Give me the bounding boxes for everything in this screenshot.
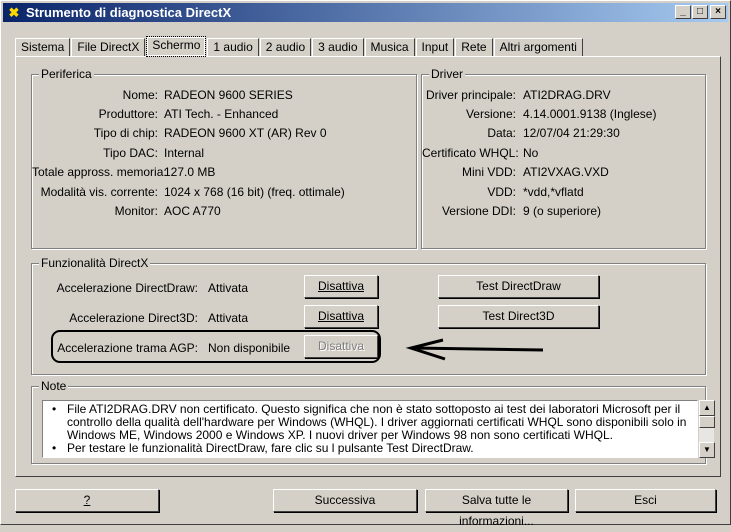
driver-field: Mini VDD: ATI2VXAG.VXD bbox=[422, 164, 609, 180]
driver-group: Driver Driver principale: ATI2DRAG.DRV V… bbox=[421, 67, 706, 249]
list-item: • File ATI2DRAG.DRV non certificato. Ques… bbox=[43, 403, 697, 442]
tab-input[interactable]: Input bbox=[415, 38, 455, 56]
exit-button[interactable]: Esci bbox=[575, 489, 716, 512]
field-label: Produttore: bbox=[98, 107, 158, 121]
field-label: Modalità vis. corrente: bbox=[40, 185, 158, 199]
field-label: Mini VDD: bbox=[461, 165, 516, 179]
device-field: Produttore: ATI Tech. - Enhanced bbox=[32, 106, 279, 122]
notes-scrollbar[interactable]: ▲ ▼ bbox=[698, 400, 715, 458]
bullet-icon: • bbox=[52, 402, 57, 416]
tab-altri-argomenti[interactable]: Altri argomenti bbox=[493, 38, 583, 56]
note-text: Per testare le funzionalità DirectDraw, … bbox=[67, 441, 474, 455]
field-value: RADEON 9600 XT (AR) Rev 0 bbox=[164, 126, 327, 140]
field-value: RADEON 9600 SERIES bbox=[164, 88, 293, 102]
note-text: File ATI2DRAG.DRV non certificato. Quest… bbox=[67, 402, 687, 442]
driver-field: Driver principale: ATI2DRAG.DRV bbox=[422, 87, 611, 103]
dxdiag-window: ✖ Strumento di diagnostica DirectX _ □ ×… bbox=[0, 0, 731, 528]
device-group: Periferica Nome: RADEON 9600 SERIES Prod… bbox=[31, 67, 417, 249]
field-value: 12/07/04 21:29:30 bbox=[523, 126, 620, 140]
scroll-up-arrow-icon[interactable]: ▲ bbox=[699, 400, 715, 416]
scroll-down-arrow-icon[interactable]: ▼ bbox=[699, 442, 715, 458]
field-label: Versione: bbox=[465, 107, 516, 121]
field-value: 9 (o superiore) bbox=[523, 204, 602, 218]
feature-label: Accelerazione Direct3D: bbox=[69, 311, 198, 325]
feature-status: Attivata bbox=[208, 281, 249, 295]
tab-sistema[interactable]: Sistema bbox=[15, 38, 71, 56]
device-field: Nome: RADEON 9600 SERIES bbox=[32, 87, 293, 103]
field-label: Tipo DAC: bbox=[103, 146, 158, 160]
field-value: *vdd,*vflatd bbox=[523, 185, 584, 199]
features-group-title: Funzionalità DirectX bbox=[39, 256, 151, 270]
list-item: • Per testare le funzionalità DirectDraw,… bbox=[43, 442, 697, 455]
field-label: Certificato WHQL: bbox=[422, 146, 519, 160]
field-label: Totale appross. memoria: bbox=[32, 165, 167, 179]
left-arrow-annotation bbox=[405, 338, 544, 361]
close-button[interactable]: × bbox=[710, 5, 726, 19]
feature-status: Attivata bbox=[208, 311, 249, 325]
button-label: Disattiva bbox=[317, 309, 364, 323]
field-label: Versione DDI: bbox=[441, 204, 516, 218]
feature-row-direct3d: Accelerazione Direct3D: Attivata bbox=[32, 310, 248, 326]
notes-textbox[interactable]: • File ATI2DRAG.DRV non certificato. Ques… bbox=[42, 400, 698, 458]
maximize-button[interactable]: □ bbox=[692, 5, 708, 19]
driver-field: Data: 12/07/04 21:29:30 bbox=[422, 125, 620, 141]
device-field: Totale appross. memoria: 127.0 MB bbox=[32, 164, 215, 180]
field-label: Monitor: bbox=[114, 204, 158, 218]
bullet-icon: • bbox=[52, 441, 57, 455]
next-button[interactable]: Successiva bbox=[273, 489, 417, 512]
field-label: VDD: bbox=[487, 185, 516, 199]
tab-panel: Periferica Nome: RADEON 9600 SERIES Prod… bbox=[15, 56, 721, 477]
field-label: Tipo di chip: bbox=[93, 126, 158, 140]
title-bar[interactable]: ✖ Strumento di diagnostica DirectX _ □ × bbox=[3, 3, 728, 22]
test-direct3d-button[interactable]: Test Direct3D bbox=[438, 305, 599, 328]
driver-field: Versione DDI: 9 (o superiore) bbox=[422, 203, 601, 219]
tab-rete[interactable]: Rete bbox=[455, 38, 493, 56]
minimize-button[interactable]: _ bbox=[675, 5, 691, 19]
window-title: Strumento di diagnostica DirectX bbox=[26, 5, 232, 20]
field-value: AOC A770 bbox=[164, 204, 221, 218]
feature-label: Accelerazione DirectDraw: bbox=[56, 281, 198, 295]
driver-group-title: Driver bbox=[429, 67, 465, 81]
field-value: ATI Tech. - Enhanced bbox=[164, 107, 279, 121]
field-value: 4.14.0001.9138 (Inglese) bbox=[523, 107, 657, 121]
field-label: Data: bbox=[487, 126, 516, 140]
field-label: Nome: bbox=[122, 88, 158, 102]
test-directdraw-button[interactable]: Test DirectDraw bbox=[438, 275, 599, 298]
tab-2-audio[interactable]: 2 audio bbox=[259, 38, 312, 56]
tab-strip: Sistema File DirectX Schermo 1 audio 2 a… bbox=[15, 36, 584, 57]
tab-1-audio[interactable]: 1 audio bbox=[207, 38, 259, 56]
driver-field: Versione: 4.14.0001.9138 (Inglese) bbox=[422, 106, 656, 122]
disable-directdraw-button[interactable]: Disattiva bbox=[304, 275, 378, 298]
device-group-title: Periferica bbox=[39, 67, 94, 81]
field-value: ATI2DRAG.DRV bbox=[523, 88, 611, 102]
save-all-button[interactable]: Salva tutte le informazioni... bbox=[425, 489, 568, 528]
button-label: ? bbox=[83, 493, 91, 507]
scroll-thumb[interactable] bbox=[699, 416, 715, 428]
tab-3-audio[interactable]: 3 audio bbox=[312, 38, 364, 56]
feature-row-directdraw: Accelerazione DirectDraw: Attivata bbox=[32, 280, 248, 296]
driver-field: Certificato WHQL: No bbox=[422, 145, 538, 161]
agp-highlight-annotation bbox=[51, 330, 381, 363]
field-value: Internal bbox=[164, 146, 205, 160]
field-value: 1024 x 768 (16 bit) (freq. ottimale) bbox=[164, 185, 345, 199]
tab-musica[interactable]: Musica bbox=[364, 38, 415, 56]
device-field: Modalità vis. corrente: 1024 x 768 (16 b… bbox=[32, 184, 345, 200]
button-label: Disattiva bbox=[317, 279, 364, 293]
help-button[interactable]: ? bbox=[15, 489, 159, 512]
device-field: Tipo DAC: Internal bbox=[32, 145, 204, 161]
field-value: 127.0 MB bbox=[164, 165, 216, 179]
field-value: ATI2VXAG.VXD bbox=[523, 165, 609, 179]
tab-schermo[interactable]: Schermo bbox=[146, 36, 207, 57]
directx-icon: ✖ bbox=[8, 4, 20, 20]
notes-group: Note • File ATI2DRAG.DRV non certificato.… bbox=[31, 379, 715, 464]
disable-direct3d-button[interactable]: Disattiva bbox=[304, 305, 378, 328]
tab-file-directx[interactable]: File DirectX bbox=[71, 38, 146, 56]
device-field: Tipo di chip: RADEON 9600 XT (AR) Rev 0 bbox=[32, 125, 327, 141]
device-field: Monitor: AOC A770 bbox=[32, 203, 221, 219]
field-value: No bbox=[523, 146, 539, 160]
driver-field: VDD: *vdd,*vflatd bbox=[422, 184, 584, 200]
field-label: Driver principale: bbox=[425, 88, 516, 102]
notes-group-title: Note bbox=[39, 379, 69, 393]
